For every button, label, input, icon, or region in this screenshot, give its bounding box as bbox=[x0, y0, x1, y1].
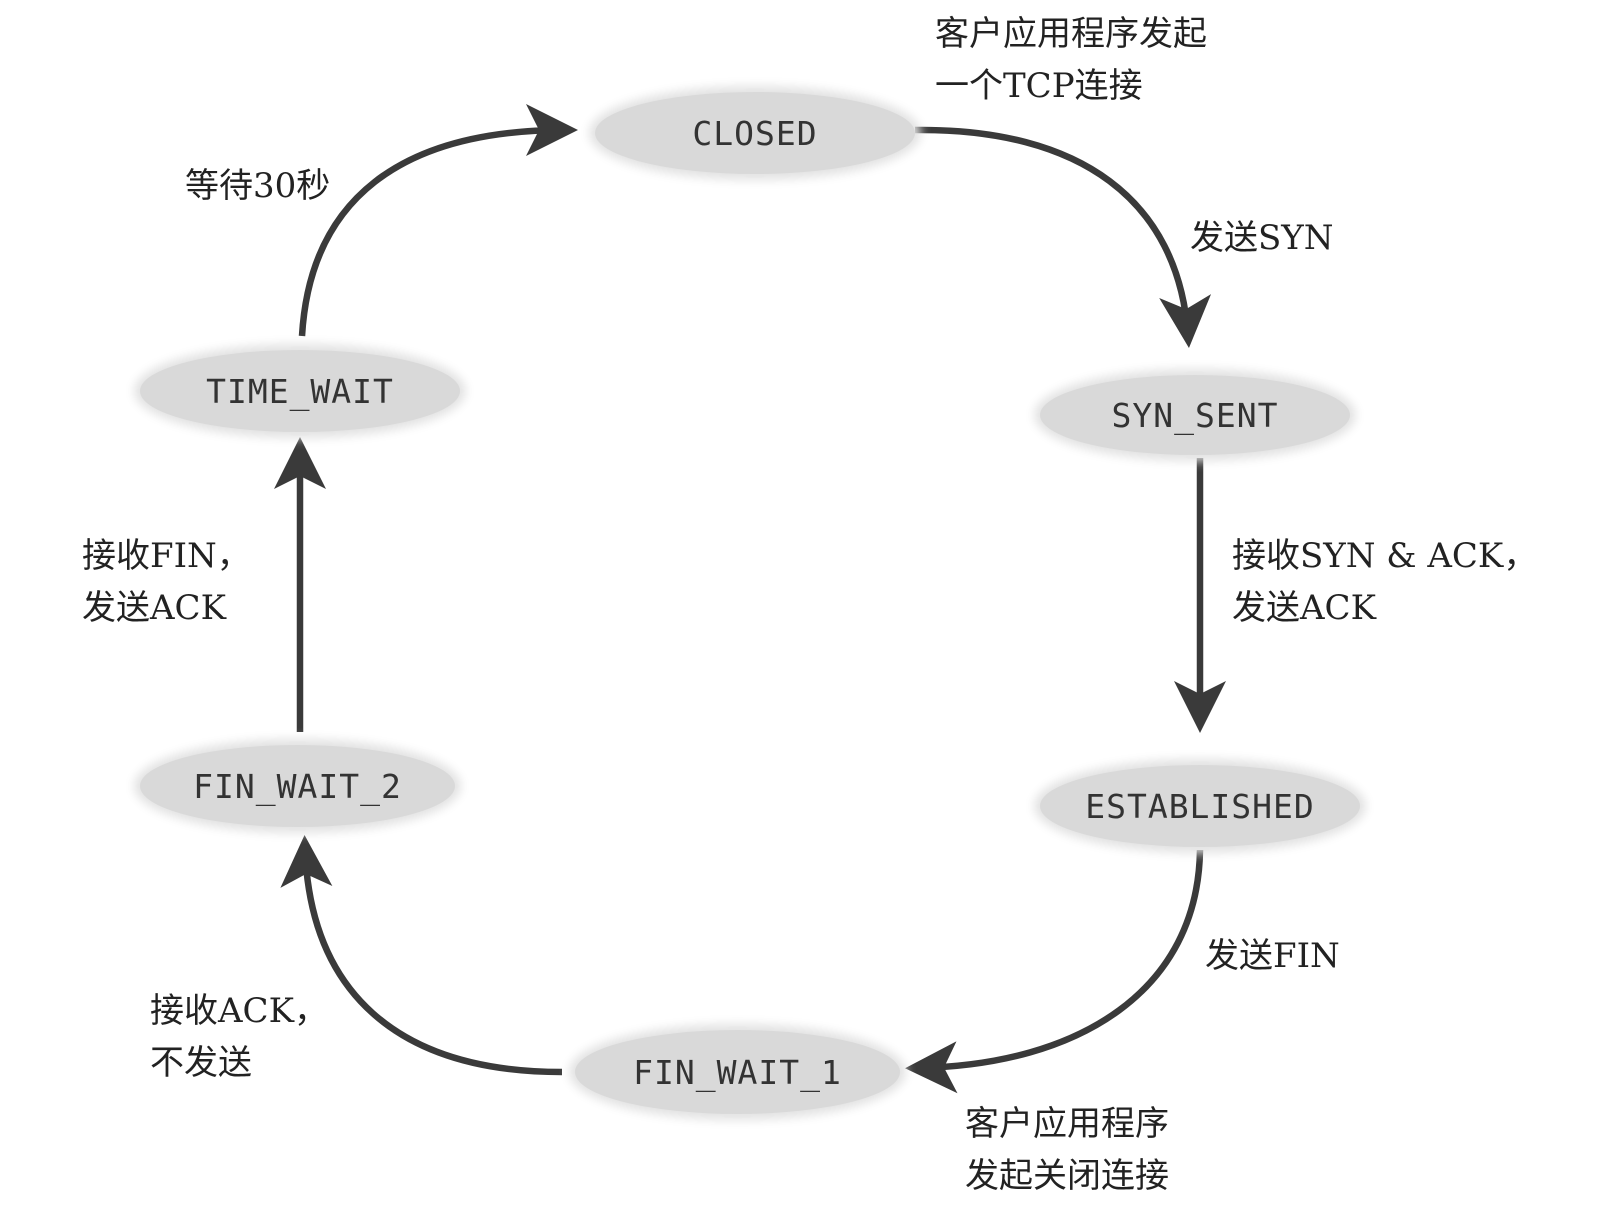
state-fin-wait-2: FIN_WAIT_2 bbox=[140, 745, 455, 827]
state-fin-wait-2-label: FIN_WAIT_2 bbox=[193, 766, 402, 806]
state-time-wait: TIME_WAIT bbox=[140, 350, 460, 432]
state-syn-sent: SYN_SENT bbox=[1040, 375, 1350, 455]
label-send-fin: 发送FIN bbox=[1205, 936, 1340, 976]
arrow-established-to-fin-wait-1 bbox=[905, 849, 1204, 1094]
arrow-time-wait-to-closed bbox=[298, 104, 578, 337]
state-closed-label: CLOSED bbox=[692, 113, 818, 153]
label-send-syn: 发送SYN bbox=[1190, 218, 1334, 258]
state-fin-wait-1-label: FIN_WAIT_1 bbox=[633, 1052, 842, 1092]
state-established: ESTABLISHED bbox=[1040, 765, 1360, 847]
label-receive-syn-ack-send-ack: 接收SYN & ACK， 发送ACK bbox=[1232, 536, 1538, 628]
label-receive-fin-send-ack: 接收FIN， 发送ACK bbox=[82, 536, 251, 628]
label-wait-30-seconds: 等待30秒 bbox=[185, 166, 331, 206]
state-established-label: ESTABLISHED bbox=[1085, 786, 1315, 826]
state-closed: CLOSED bbox=[595, 92, 915, 174]
state-syn-sent-label: SYN_SENT bbox=[1111, 395, 1279, 435]
label-client-initiates-tcp: 客户应用程序发起 一个TCP连接 bbox=[935, 14, 1207, 106]
arrow-fin-wait-1-to-fin-wait-2 bbox=[280, 835, 563, 1076]
state-time-wait-label: TIME_WAIT bbox=[206, 371, 394, 411]
tcp-client-state-diagram: CLOSED SYN_SENT ESTABLISHED FIN_WAIT_1 F… bbox=[0, 0, 1597, 1227]
label-client-initiates-close: 客户应用程序 发起关闭连接 bbox=[965, 1104, 1169, 1196]
arrow-closed-to-syn-sent bbox=[914, 126, 1212, 348]
label-receive-ack-send-nothing: 接收ACK， 不发送 bbox=[150, 991, 328, 1083]
state-fin-wait-1: FIN_WAIT_1 bbox=[575, 1030, 900, 1114]
